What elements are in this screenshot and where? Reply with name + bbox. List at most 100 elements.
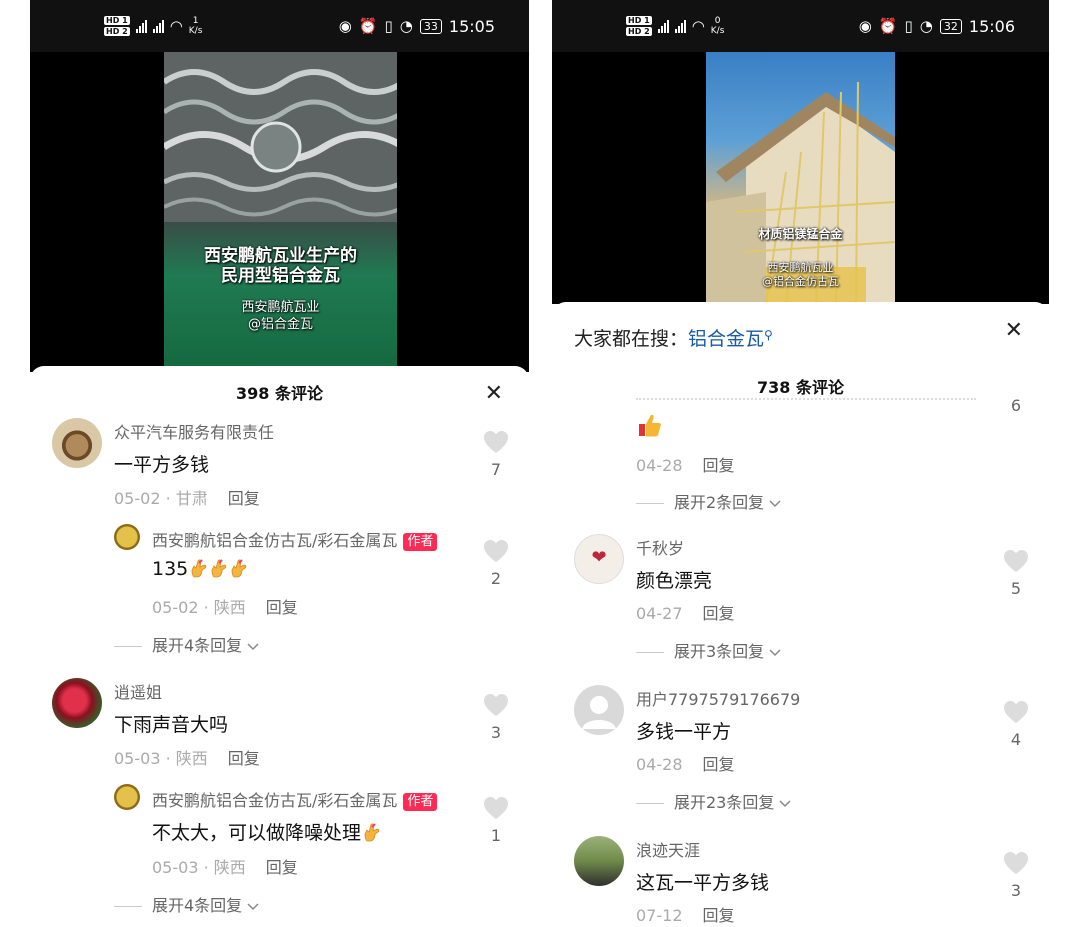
reply-button[interactable]: 回复 xyxy=(266,598,298,617)
video-caption: 材质铝镁锰合金 xyxy=(758,227,843,241)
comment-meta: 04-27 回复 xyxy=(636,604,735,623)
left-screenshot: HD 1 HD 2 ◠ 1 K/s ◉ ⏰ ▯ ◔ 33 15:05 西安鹏航瓦… xyxy=(30,0,529,927)
right-screenshot: HD 1 HD 2 ◠ 0 K/s ◉ ⏰ ▯ ◔ 32 15:06 材质铝镁锰… xyxy=(552,0,1049,927)
comment-meta: 05-03 · 陕西 回复 xyxy=(114,749,260,768)
thumbs-up-icon xyxy=(639,414,661,437)
author-badge: 作者 xyxy=(403,793,438,811)
chevron-down-icon xyxy=(247,643,259,651)
comment-text: 135 xyxy=(152,558,248,580)
avatar[interactable] xyxy=(574,836,624,886)
close-icon[interactable]: ✕ xyxy=(1005,303,1023,359)
video-watermark: 西安鹏航瓦业 @铝合金瓦 xyxy=(241,300,320,332)
avatar[interactable] xyxy=(52,418,102,468)
comment-text: 颜色漂亮 xyxy=(636,570,713,592)
comment-text: 一平方多钱 xyxy=(114,454,210,476)
signal-icon xyxy=(152,19,164,33)
like-count: 6 xyxy=(1010,396,1022,415)
comment-username[interactable]: 西安鹏航铝合金仿古瓦/彩石金属瓦 作者 xyxy=(152,527,438,551)
comment-meta: 04-28 回复 xyxy=(636,456,735,475)
video-player[interactable]: 西安鹏航瓦业生产的 民用型铝合金瓦 西安鹏航瓦业 @铝合金瓦 xyxy=(30,52,529,372)
search-keyword-link[interactable]: 铝合金瓦 xyxy=(688,328,764,350)
comment-username[interactable]: 众平汽车服务有限责任 xyxy=(114,419,274,443)
clock: 15:05 xyxy=(448,16,495,36)
comment-meta: 04-28 回复 xyxy=(636,755,735,774)
author-badge: 作者 xyxy=(403,533,438,551)
like-button[interactable]: 7 xyxy=(481,430,511,479)
comment-username[interactable]: 千秋岁 xyxy=(636,535,684,559)
video-frame[interactable]: 材质铝镁锰合金 西安鹏航瓦业 @铝合金仿古瓦 xyxy=(706,52,895,304)
expand-replies-button[interactable]: 展开23条回复 xyxy=(636,789,791,813)
like-button[interactable]: 3 xyxy=(1001,851,1031,900)
expand-replies-button[interactable]: 展开3条回复 xyxy=(636,638,781,662)
video-watermark: 西安鹏航瓦业 @铝合金仿古瓦 xyxy=(762,261,839,288)
close-icon[interactable]: ✕ xyxy=(485,366,503,422)
comments-title: 398 条评论 xyxy=(236,384,323,403)
like-button[interactable]: 1 xyxy=(481,796,511,845)
comment-text: 多钱一平方 xyxy=(636,721,732,743)
comment-text: 不太大，可以做降噪处理 xyxy=(152,818,381,845)
heart-icon xyxy=(483,796,509,820)
like-button[interactable]: 2 xyxy=(481,539,511,588)
comment-username[interactable]: 浪迹天涯 xyxy=(636,837,700,861)
heart-icon xyxy=(483,539,509,563)
reply-button[interactable]: 回复 xyxy=(703,604,735,623)
vibrate-icon: ▯ xyxy=(384,17,393,35)
chevron-down-icon xyxy=(769,649,781,657)
comment-text: 下雨声音大吗 xyxy=(114,714,229,736)
heart-icon xyxy=(1003,700,1029,724)
video-player[interactable]: 材质铝镁锰合金 西安鹏航瓦业 @铝合金仿古瓦 xyxy=(552,52,1049,304)
finger-heart-icon xyxy=(230,558,248,578)
reply-button[interactable]: 回复 xyxy=(703,755,735,774)
comment-username[interactable]: 逍遥姐 xyxy=(114,679,162,703)
like-button[interactable]: 4 xyxy=(1001,700,1031,749)
network-speed: 1 K/s xyxy=(188,16,203,36)
avatar[interactable] xyxy=(574,685,624,735)
chevron-down-icon xyxy=(779,800,791,808)
hd-icon: HD 1 HD 2 xyxy=(104,16,130,36)
speedometer-icon: ◔ xyxy=(919,17,933,35)
heart-icon xyxy=(483,430,509,454)
finger-heart-icon xyxy=(363,822,381,842)
comment-meta: 05-02 · 甘肃 回复 xyxy=(114,489,260,508)
expand-replies-button[interactable]: 展开2条回复 xyxy=(636,489,781,513)
alarm-icon: ⏰ xyxy=(358,17,378,35)
comments-title: 738 条评论 xyxy=(757,378,844,397)
avatar[interactable] xyxy=(114,524,140,550)
avatar[interactable] xyxy=(52,678,102,728)
battery-icon: 32 xyxy=(939,18,962,34)
comment-text: 这瓦一平方多钱 xyxy=(636,872,770,894)
clock: 15:06 xyxy=(968,16,1015,36)
search-suggestion[interactable]: 大家都在搜：铝合金瓦⚲ xyxy=(574,324,773,351)
metal-tiles-image xyxy=(164,52,397,222)
wifi-icon: ◠ xyxy=(691,17,705,35)
signal-icon xyxy=(135,19,147,33)
finger-heart-icon xyxy=(210,558,228,578)
wifi-icon: ◠ xyxy=(169,17,183,35)
comment-username[interactable]: 西安鹏航铝合金仿古瓦/彩石金属瓦 作者 xyxy=(152,787,438,811)
like-button[interactable]: 5 xyxy=(1001,549,1031,598)
avatar[interactable]: ❤ xyxy=(574,534,624,584)
reply-button[interactable]: 回复 xyxy=(228,749,260,768)
comment-username[interactable]: 用户7797579176679 xyxy=(636,686,800,710)
reply-button[interactable]: 回复 xyxy=(228,489,260,508)
reply-button[interactable]: 回复 xyxy=(703,906,735,925)
default-user-icon xyxy=(582,696,616,729)
reply-button[interactable]: 回复 xyxy=(703,456,735,475)
expand-replies-button[interactable]: 展开4条回复 xyxy=(114,632,259,656)
avatar[interactable] xyxy=(114,784,140,810)
comments-panel: 大家都在搜：铝合金瓦⚲ ✕ 738 条评论 6 04-28 回复 展开2条回复 ❤… xyxy=(552,302,1049,927)
like-button[interactable]: 3 xyxy=(481,693,511,742)
expand-replies-button[interactable]: 展开4条回复 xyxy=(114,892,259,916)
finger-heart-icon xyxy=(190,558,208,578)
speedometer-icon: ◔ xyxy=(399,17,413,35)
signal-icon xyxy=(657,19,669,33)
reply-button[interactable]: 回复 xyxy=(266,858,298,877)
chevron-down-icon xyxy=(769,500,781,508)
vibrate-icon: ▯ xyxy=(904,17,913,35)
comment-meta: 05-02 · 陕西 回复 xyxy=(152,598,298,617)
chevron-down-icon xyxy=(247,903,259,911)
heart-icon xyxy=(483,693,509,717)
status-bar: HD 1 HD 2 ◠ 1 K/s ◉ ⏰ ▯ ◔ 33 15:05 xyxy=(30,0,529,52)
comment-meta: 05-03 · 陕西 回复 xyxy=(152,858,298,877)
video-frame[interactable]: 西安鹏航瓦业生产的 民用型铝合金瓦 西安鹏航瓦业 @铝合金瓦 xyxy=(164,52,397,372)
